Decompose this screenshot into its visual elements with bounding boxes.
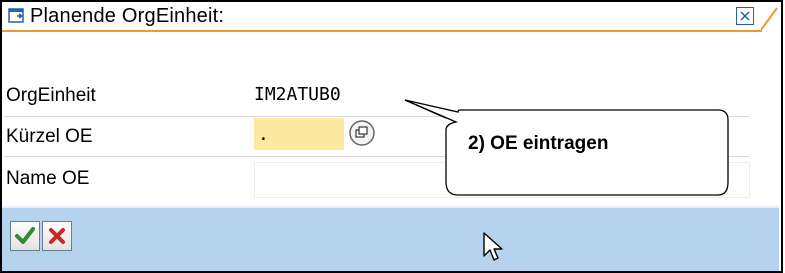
cancel-x-icon	[49, 228, 65, 244]
mouse-cursor-icon	[483, 232, 503, 261]
checkmark-icon	[15, 227, 35, 244]
dialog-footer	[2, 206, 779, 271]
confirm-button[interactable]	[10, 221, 40, 251]
callout-text: 2) OE eintragen	[468, 133, 609, 154]
cancel-button[interactable]	[42, 221, 72, 251]
